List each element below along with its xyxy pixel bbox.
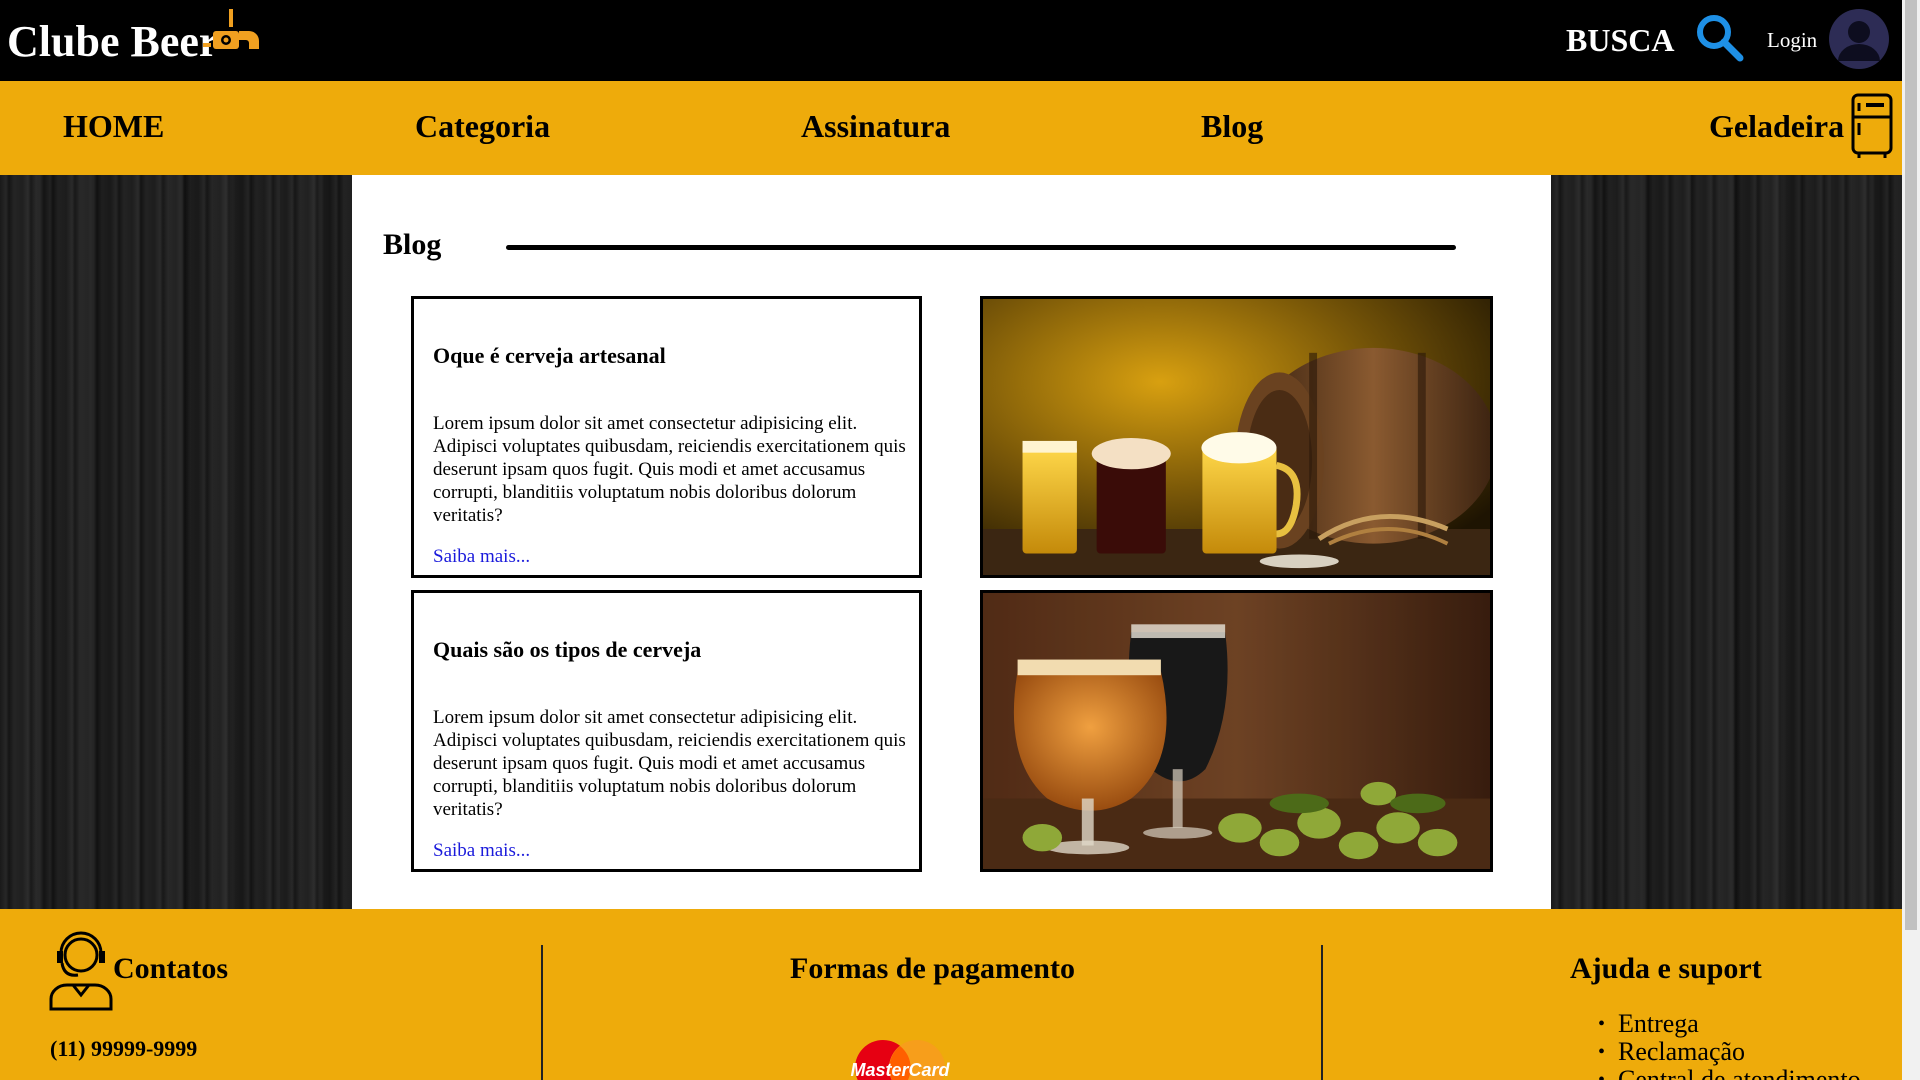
main-nav: HOME Categoria Assinatura Blog Geladeira — [0, 81, 1902, 175]
help-links-list: Entrega Reclamação Central de atendiment… — [1598, 1010, 1861, 1080]
top-bar: Clube Beer BUSCA Login — [0, 0, 1902, 81]
beer-tap-icon — [203, 9, 259, 49]
contacts-heading: Contatos — [113, 952, 229, 985]
section-title: Blog — [383, 228, 442, 261]
read-more-link[interactable]: Saiba mais... — [433, 546, 530, 568]
payment-heading: Formas de pagamento — [790, 952, 1075, 985]
title-underline — [506, 245, 1456, 250]
nav-item-assinatura[interactable]: Assinatura — [801, 108, 950, 145]
login-link[interactable]: Login — [1767, 28, 1817, 53]
help-link-central[interactable]: Central de atendimento — [1598, 1066, 1861, 1080]
post-excerpt: Lorem ipsum dolor sit amet consectetur a… — [433, 413, 906, 526]
help-link-entrega[interactable]: Entrega — [1598, 1010, 1861, 1039]
mastercard-logo: MasterCard — [850, 1040, 951, 1080]
scrollbar-thumb[interactable] — [1905, 0, 1917, 930]
help-heading: Ajuda e suport — [1570, 952, 1762, 985]
phone-number[interactable]: (11) 99999-9999 — [50, 1036, 197, 1062]
nav-item-home[interactable]: HOME — [63, 108, 164, 145]
nav-item-categoria[interactable]: Categoria — [415, 108, 550, 145]
brand-logo-text[interactable]: Clube Beer — [7, 16, 218, 67]
user-avatar-icon[interactable] — [1829, 9, 1889, 69]
fridge-icon[interactable] — [1851, 93, 1893, 159]
customer-support-icon — [49, 931, 113, 1011]
page-scrollbar[interactable] — [1902, 0, 1920, 1080]
blog-section: Blog Oque é cerveja artesanal Lorem ipsu… — [352, 175, 1551, 909]
nav-item-geladeira[interactable]: Geladeira — [1709, 108, 1844, 145]
search-label[interactable]: BUSCA — [1566, 22, 1674, 59]
beer-barrel-photo — [980, 296, 1493, 578]
post-title: Quais são os tipos de cerveja — [433, 637, 702, 662]
help-link-reclamacao[interactable]: Reclamação — [1598, 1038, 1861, 1067]
read-more-link[interactable]: Saiba mais... — [433, 840, 530, 862]
wood-background-right — [1551, 175, 1902, 909]
nav-item-blog[interactable]: Blog — [1201, 108, 1263, 145]
footer-divider — [1321, 945, 1323, 1080]
blog-post-card: Oque é cerveja artesanal Lorem ipsum dol… — [411, 296, 922, 578]
site-footer: Contatos (11) 99999-9999 Formas de pagam… — [0, 909, 1902, 1080]
svg-text:MasterCard: MasterCard — [850, 1060, 950, 1080]
post-title: Oque é cerveja artesanal — [433, 343, 666, 368]
blog-post-card: Quais são os tipos de cerveja Lorem ipsu… — [411, 590, 922, 872]
footer-divider — [541, 945, 543, 1080]
wood-background-left — [0, 175, 352, 909]
search-icon[interactable] — [1695, 13, 1745, 63]
post-excerpt: Lorem ipsum dolor sit amet consectetur a… — [433, 707, 906, 820]
beer-glasses-hops-photo — [980, 590, 1493, 872]
